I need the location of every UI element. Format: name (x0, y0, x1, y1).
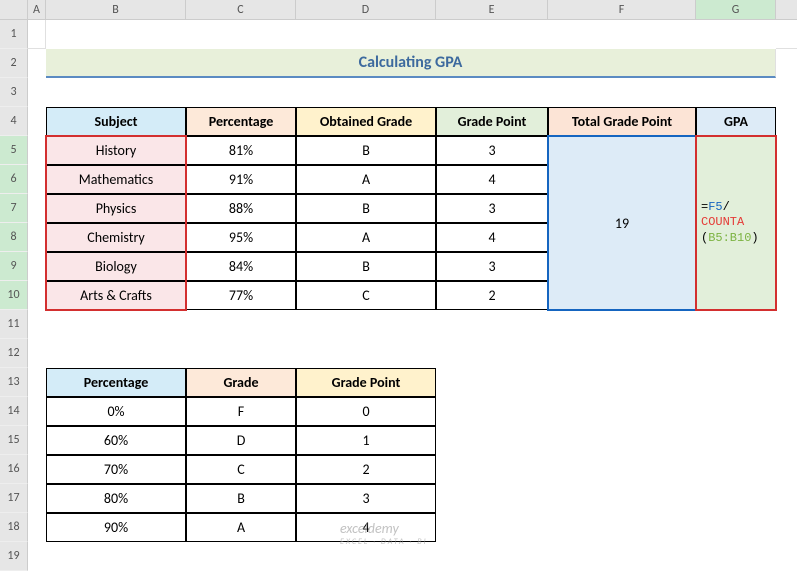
cell-gp[interactable]: 2 (436, 281, 548, 310)
lookup-cell[interactable]: 0% (46, 397, 186, 426)
row-11[interactable]: 11 (0, 310, 28, 339)
cell-grade[interactable]: B (296, 194, 436, 223)
row-7[interactable]: 7 (0, 194, 28, 223)
cell-total-gp[interactable]: 19 (548, 136, 696, 310)
lookup-cell[interactable]: 60% (46, 426, 186, 455)
title-cell[interactable]: Calculating GPA (46, 49, 776, 78)
column-headers: A B C D E F G (0, 0, 797, 20)
cell-gp[interactable]: 4 (436, 165, 548, 194)
col-E[interactable]: E (436, 0, 548, 19)
cell-pct[interactable]: 77% (186, 281, 296, 310)
row-16[interactable]: 16 (0, 455, 28, 484)
row-13[interactable]: 13 (0, 368, 28, 397)
select-all-corner[interactable] (0, 0, 28, 19)
header-subject[interactable]: Subject (46, 107, 186, 136)
row-17[interactable]: 17 (0, 484, 28, 513)
lookup-cell[interactable]: D (186, 426, 296, 455)
header-gpa[interactable]: GPA (696, 107, 776, 136)
cell-grade[interactable]: B (296, 136, 436, 165)
lookup-cell[interactable]: C (186, 455, 296, 484)
cell-pct[interactable]: 84% (186, 252, 296, 281)
lookup-cell[interactable]: F (186, 397, 296, 426)
header-obtained[interactable]: Obtained Grade (296, 107, 436, 136)
cell-gp[interactable]: 3 (436, 136, 548, 165)
row-2[interactable]: 2 (0, 49, 28, 78)
cell-subject[interactable]: Chemistry (46, 223, 186, 252)
lookup-cell[interactable]: 2 (296, 455, 436, 484)
cell-gp[interactable]: 3 (436, 194, 548, 223)
row-5[interactable]: 5 (0, 136, 28, 165)
cell-gp[interactable]: 3 (436, 252, 548, 281)
cell-pct[interactable]: 95% (186, 223, 296, 252)
lookup-cell[interactable]: 90% (46, 513, 186, 542)
header-percentage[interactable]: Percentage (186, 107, 296, 136)
lookup-header-pct[interactable]: Percentage (46, 368, 186, 397)
col-B[interactable]: B (46, 0, 186, 19)
cell-subject[interactable]: Mathematics (46, 165, 186, 194)
lookup-header-gp[interactable]: Grade Point (296, 368, 436, 397)
cell-subject[interactable]: History (46, 136, 186, 165)
row-3[interactable]: 3 (0, 78, 28, 107)
cell-pct[interactable]: 81% (186, 136, 296, 165)
lookup-header-grade[interactable]: Grade (186, 368, 296, 397)
row-19[interactable]: 19 (0, 542, 28, 571)
cell-grade[interactable]: A (296, 165, 436, 194)
watermark-sub: EXCEL · DATA · BI (340, 537, 428, 547)
cell-grade[interactable]: B (296, 252, 436, 281)
watermark: exceldemy EXCEL · DATA · BI (340, 520, 428, 547)
cell-pct[interactable]: 88% (186, 194, 296, 223)
empty-cell[interactable] (776, 20, 797, 49)
header-total[interactable]: Total Grade Point (548, 107, 696, 136)
lookup-cell[interactable]: 70% (46, 455, 186, 484)
lookup-cell[interactable]: 80% (46, 484, 186, 513)
row-10[interactable]: 10 (0, 281, 28, 310)
cell-subject[interactable]: Physics (46, 194, 186, 223)
header-gradepoint[interactable]: Grade Point (436, 107, 548, 136)
cell-subject[interactable]: Arts & Crafts (46, 281, 186, 310)
cell-subject[interactable]: Biology (46, 252, 186, 281)
cell-grade[interactable]: A (296, 223, 436, 252)
lookup-cell[interactable]: A (186, 513, 296, 542)
col-G[interactable]: G (696, 0, 776, 19)
lookup-cell[interactable]: 1 (296, 426, 436, 455)
row-8[interactable]: 8 (0, 223, 28, 252)
row-4[interactable]: 4 (0, 107, 28, 136)
cell-grade[interactable]: C (296, 281, 436, 310)
row-1[interactable]: 1 (0, 20, 28, 49)
row-14[interactable]: 14 (0, 397, 28, 426)
watermark-brand: exceldemy (340, 520, 399, 537)
row-15[interactable]: 15 (0, 426, 28, 455)
row-6[interactable]: 6 (0, 165, 28, 194)
empty-cell[interactable] (28, 20, 46, 49)
col-C[interactable]: C (186, 0, 296, 19)
col-A[interactable]: A (28, 0, 46, 19)
row-headers: 1 2 3 4 5 6 7 8 9 10 11 12 13 14 15 16 1… (0, 20, 28, 571)
col-D[interactable]: D (296, 0, 436, 19)
col-F[interactable]: F (548, 0, 696, 19)
row-12[interactable]: 12 (0, 339, 28, 368)
formula-text: =F5/COUNTA(B5:B10) (701, 200, 759, 247)
cell-pct[interactable]: 91% (186, 165, 296, 194)
cell-gpa-formula[interactable]: =F5/COUNTA(B5:B10) (696, 136, 776, 310)
lookup-cell[interactable]: 3 (296, 484, 436, 513)
spreadsheet: A B C D E F G 1 2 3 4 5 6 7 8 9 10 11 12… (0, 0, 797, 581)
row-18[interactable]: 18 (0, 513, 28, 542)
row-9[interactable]: 9 (0, 252, 28, 281)
lookup-cell[interactable]: 0 (296, 397, 436, 426)
cell-gp[interactable]: 4 (436, 223, 548, 252)
lookup-cell[interactable]: B (186, 484, 296, 513)
